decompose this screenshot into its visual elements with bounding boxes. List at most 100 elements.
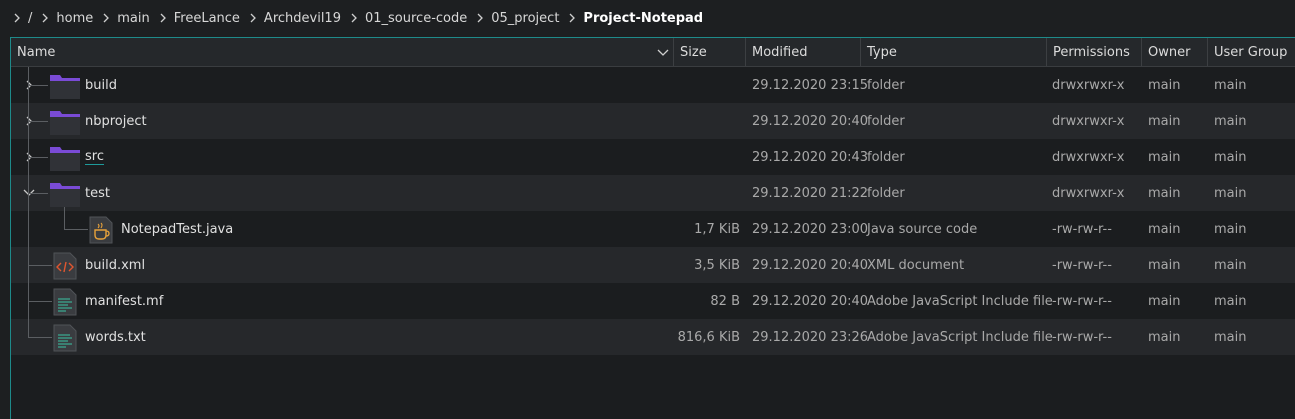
file-permissions: -rw-rw-r-- [1052, 257, 1112, 273]
chevron-right-icon [345, 13, 363, 23]
file-owner: main [1148, 293, 1181, 309]
file-type: Adobe JavaScript Include file [867, 329, 1053, 345]
file-permissions: -rw-rw-r-- [1052, 293, 1112, 309]
file-modified: 29.12.2020 23:00 [752, 221, 869, 237]
file-list-view[interactable]: Name Size Modified Type Permissions Owne… [10, 37, 1295, 419]
table-row[interactable]: test 29.12.2020 21:22 folder drwxrwxr-x … [11, 175, 1295, 211]
folder-icon [49, 144, 81, 176]
breadcrumb-main[interactable]: main [115, 11, 153, 26]
column-size-label: Size [680, 44, 707, 60]
file-modified: 29.12.2020 23:15 [752, 77, 869, 93]
file-name[interactable]: src [85, 139, 104, 175]
file-size: 82 B [710, 293, 740, 309]
folder-icon [49, 72, 81, 104]
table-row[interactable]: build.xml 3,5 KiB 29.12.2020 20:40 XML d… [11, 247, 1295, 283]
column-name[interactable]: Name [11, 38, 674, 66]
xml-file-icon [53, 252, 77, 284]
file-type: Java source code [867, 221, 978, 237]
file-owner: main [1148, 329, 1181, 345]
breadcrumb-archdevil19[interactable]: Archdevil19 [262, 11, 345, 26]
chevron-right-icon [244, 13, 262, 23]
column-modified-label: Modified [752, 44, 808, 60]
table-row[interactable]: words.txt 816,6 KiB 29.12.2020 23:26 Ado… [11, 319, 1295, 355]
file-owner: main [1148, 185, 1181, 201]
breadcrumb-source-code[interactable]: 01_source-code [363, 11, 471, 26]
table-row[interactable]: build 29.12.2020 23:15 folder drwxrwxr-x… [11, 67, 1295, 103]
file-name[interactable]: build [85, 67, 117, 103]
breadcrumb: / home main FreeLance Archdevil19 01_sou… [0, 0, 1295, 36]
tree-guide-line [28, 301, 52, 302]
file-size: 3,5 KiB [694, 257, 740, 273]
file-permissions: -rw-rw-r-- [1052, 329, 1112, 345]
column-owner[interactable]: Owner [1142, 38, 1208, 66]
breadcrumb-root[interactable]: / [26, 11, 36, 26]
chevron-right-icon[interactable] [8, 13, 26, 23]
tree-guide-line [28, 121, 48, 122]
column-group[interactable]: User Group [1208, 38, 1295, 66]
breadcrumb-home[interactable]: home [54, 11, 97, 26]
file-type: folder [867, 113, 905, 129]
column-size[interactable]: Size [674, 38, 746, 66]
file-permissions: drwxrwxr-x [1052, 185, 1125, 201]
column-type-label: Type [867, 44, 897, 60]
file-group: main [1214, 113, 1247, 129]
file-name-label: src [85, 149, 104, 165]
java-file-icon [89, 216, 113, 248]
column-permissions-label: Permissions [1053, 44, 1130, 60]
file-modified: 29.12.2020 21:22 [752, 185, 869, 201]
file-modified: 29.12.2020 20:40 [752, 257, 869, 273]
file-group: main [1214, 185, 1247, 201]
file-group: main [1214, 329, 1247, 345]
breadcrumb-project[interactable]: 05_project [489, 11, 563, 26]
file-name[interactable]: nbproject [85, 103, 147, 139]
text-file-icon [53, 324, 77, 356]
tree-guide-line [64, 229, 88, 230]
file-modified: 29.12.2020 20:43 [752, 149, 869, 165]
column-permissions[interactable]: Permissions [1047, 38, 1142, 66]
chevron-right-icon [563, 13, 581, 23]
table-row[interactable]: manifest.mf 82 B 29.12.2020 20:40 Adobe … [11, 283, 1295, 319]
tree-guide-line [64, 207, 65, 230]
file-type: folder [867, 149, 905, 165]
table-row[interactable]: nbproject 29.12.2020 20:40 folder drwxrw… [11, 103, 1295, 139]
column-modified[interactable]: Modified [746, 38, 861, 66]
column-type[interactable]: Type [861, 38, 1047, 66]
column-owner-label: Owner [1148, 44, 1191, 60]
file-size: 816,6 KiB [677, 329, 740, 345]
column-group-label: User Group [1214, 44, 1288, 60]
file-permissions: drwxrwxr-x [1052, 77, 1125, 93]
chevron-down-icon[interactable] [657, 47, 669, 62]
chevron-right-icon [471, 13, 489, 23]
file-group: main [1214, 77, 1247, 93]
file-name[interactable]: manifest.mf [85, 283, 163, 319]
breadcrumb-freelance[interactable]: FreeLance [172, 11, 244, 26]
file-name[interactable]: test [85, 175, 110, 211]
file-name[interactable]: build.xml [85, 247, 145, 283]
file-modified: 29.12.2020 20:40 [752, 113, 869, 129]
file-group: main [1214, 293, 1247, 309]
chevron-right-icon [97, 13, 115, 23]
file-group: main [1214, 221, 1247, 237]
file-type: folder [867, 77, 905, 93]
file-owner: main [1148, 221, 1181, 237]
file-group: main [1214, 149, 1247, 165]
file-owner: main [1148, 257, 1181, 273]
breadcrumb-current[interactable]: Project-Notepad [581, 11, 707, 26]
table-row[interactable]: NotepadTest.java 1,7 KiB 29.12.2020 23:0… [11, 211, 1295, 247]
tree-guide-line [28, 193, 48, 194]
file-permissions: -rw-rw-r-- [1052, 221, 1112, 237]
chevron-right-icon [154, 13, 172, 23]
file-type: XML document [867, 257, 965, 273]
file-modified: 29.12.2020 23:26 [752, 329, 869, 345]
file-name[interactable]: words.txt [85, 319, 146, 355]
file-group: main [1214, 257, 1247, 273]
file-name[interactable]: NotepadTest.java [121, 211, 233, 247]
file-type: Adobe JavaScript Include file [867, 293, 1053, 309]
tree-guide-line [28, 157, 48, 158]
table-row[interactable]: src 29.12.2020 20:43 folder drwxrwxr-x m… [11, 139, 1295, 175]
tree-guide-line [28, 67, 29, 337]
file-size: 1,7 KiB [694, 221, 740, 237]
text-file-icon [53, 288, 77, 320]
tree-guide-line [28, 85, 48, 86]
file-owner: main [1148, 149, 1181, 165]
